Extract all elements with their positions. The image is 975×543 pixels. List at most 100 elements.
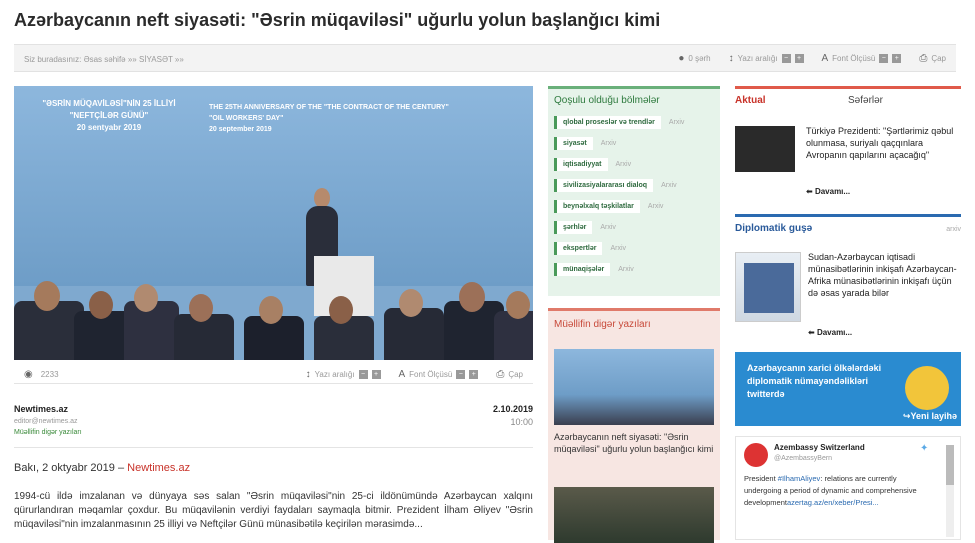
article-toolbar: Siz buradasınız: Əsas səhifə »» SİYASƏT … (14, 44, 956, 72)
section-tag[interactable]: iqtisadiyyat (554, 157, 608, 171)
archive-link[interactable]: Arxiv (616, 161, 632, 168)
archive-link[interactable]: Arxiv (610, 245, 626, 252)
diplomatic-heading[interactable]: Diplomatik guşə (735, 223, 812, 234)
line-spacing-label: Yazı aralığı (314, 370, 355, 379)
font-size-label: Font Ölçüsü (832, 54, 876, 63)
author-info: Newtimes.az editor@newtimes.az Müəllifin… (14, 398, 533, 448)
section-tag[interactable]: qlobal proseslər və trendlər (554, 115, 661, 129)
comments-link[interactable]: ● 0 şərh (678, 53, 710, 64)
new-project-link[interactable]: ↪Yeni layihə (903, 411, 957, 422)
image-meta-bar: ◉ 2233 ↕ Yazı aralığı − + A Font Ölçüsü − + ⎙ Ça… (14, 366, 533, 384)
increase-button[interactable]: + (371, 370, 381, 379)
article-body: 1994-cü ildə imzalanan və dünyaya səs sa… (14, 491, 533, 530)
section-tag[interactable]: şərhlər (554, 220, 593, 234)
sections-box: Qoşulu olduğu bölmələr qlobal proseslər … (548, 86, 720, 296)
network-icon (905, 366, 949, 410)
tweet-text-part: President (744, 474, 778, 483)
section-tag[interactable]: beynəlxalq təşkilatlar (554, 199, 640, 213)
print-button[interactable]: ⎙ Çap (919, 53, 946, 64)
tweet-author-handle[interactable]: @AzembassyBern (774, 455, 832, 462)
feed-scrollbar[interactable] (946, 445, 954, 537)
news-headline[interactable]: Türkiyə Prezidenti: "Şərtlərimiz qəbul o… (806, 125, 962, 161)
section-row: iqtisadiyyat Arxiv (554, 156, 720, 172)
diplomatic-thumbnail[interactable] (735, 252, 801, 322)
audience-head (399, 289, 423, 317)
author-email[interactable]: editor@newtimes.az (14, 418, 78, 425)
views-count: 2233 (40, 370, 59, 379)
tab-actual[interactable]: Aktual (735, 95, 766, 106)
audience-head (189, 294, 213, 322)
font-increase-button[interactable]: + (892, 54, 902, 63)
print-label: Çap (508, 370, 523, 379)
twitter-bird-icon: ✦ (920, 443, 929, 454)
stage-backdrop: "ƏSRİN MÜQAVİLƏSİ"NİN 25 İLLİYİ "NEFTÇİL… (14, 86, 533, 286)
comments-count: 0 şərh (688, 54, 711, 63)
archive-link[interactable]: Arxiv (600, 224, 616, 231)
read-more-link[interactable]: ⬅ Davamı... (808, 328, 852, 337)
read-more-label: Davamı... (816, 328, 853, 337)
read-more-label: Davamı... (814, 187, 851, 196)
section-tag[interactable]: siyasət (554, 136, 593, 150)
diplomatic-headline[interactable]: Sudan-Azərbaycan iqtisadi münasibətlərin… (808, 251, 962, 299)
sections-heading: Qoşulu olduğu bölmələr (554, 95, 660, 106)
line-spacing-icon: ↕ (305, 369, 311, 380)
font-decrease-button[interactable]: − (879, 54, 889, 63)
section-row: şərhlər Arxiv (554, 219, 720, 235)
archive-link[interactable]: Arxiv (601, 140, 617, 147)
decrease-button[interactable]: − (358, 370, 368, 379)
audience-head (259, 296, 283, 324)
section-tag[interactable]: münaqişələr (554, 262, 611, 276)
print-label: Çap (931, 54, 946, 63)
read-more-link[interactable]: ⬅ Davamı... (806, 187, 850, 196)
article-lead: Bakı, 2 oktyabr 2019 – Newtimes.az (14, 462, 190, 474)
font-size-control[interactable]: A Font Ölçüsü − + (822, 53, 902, 64)
font-increase-button[interactable]: + (469, 370, 479, 379)
section-tag[interactable]: sivilizasiyalararası dialoq (554, 178, 654, 192)
archive-link[interactable]: Arxiv (648, 203, 664, 210)
lead-source-link[interactable]: Newtimes.az (127, 462, 190, 474)
author-name[interactable]: Newtimes.az (14, 404, 68, 414)
tweet-author-name[interactable]: Azembassy Switzerland (774, 443, 865, 452)
article-hero-image: "ƏSRİN MÜQAVİLƏSİ"NİN 25 İLLİYİ "NEFTÇİL… (14, 86, 533, 360)
twitter-banner-text: Azərbaycanın xarici ölkələrdəki diplomat… (747, 363, 882, 399)
views-counter: ◉ 2233 (24, 369, 59, 380)
section-row: ekspertlər Arxiv (554, 240, 720, 256)
archive-link[interactable]: Arxiv (669, 119, 685, 126)
line-spacing-label: Yazı aralığı (737, 54, 778, 63)
decrease-button[interactable]: − (781, 54, 791, 63)
line-spacing-control[interactable]: ↕ Yazı aralığı − + (729, 53, 804, 64)
stage-text-en: THE 25TH ANNIVERSARY OF THE "THE CONTRAC… (209, 104, 449, 133)
other-article-thumbnail[interactable] (554, 349, 714, 425)
eye-icon: ◉ (24, 369, 33, 380)
section-tag[interactable]: ekspertlər (554, 241, 603, 255)
tweet-hashtag[interactable]: #IlhamAliyev (778, 474, 821, 483)
section-row: münaqişələr Arxiv (554, 261, 720, 277)
stage-text-az: "ƏSRİN MÜQAVİLƏSİ"NİN 25 İLLİYİ "NEFTÇİL… (42, 99, 176, 132)
line-spacing-icon: ↕ (728, 53, 734, 64)
other-articles-heading: Müəllifin digər yazıları (554, 319, 651, 330)
font-size-control[interactable]: A Font Ölçüsü − + (399, 369, 479, 380)
twitter-project-banner[interactable]: Azərbaycanın xarici ölkələrdəki diplomat… (735, 352, 961, 426)
archive-link[interactable]: Arxiv (661, 182, 677, 189)
section-row: beynəlxalq təşkilatlar Arxiv (554, 198, 720, 214)
increase-button[interactable]: + (794, 54, 804, 63)
news-thumbnail[interactable] (735, 126, 795, 172)
audience-head (459, 282, 485, 312)
avatar[interactable] (744, 443, 768, 467)
archive-link[interactable]: Arxiv (618, 266, 634, 273)
author-other-articles-link[interactable]: Müəllifin digər yazıları (14, 429, 82, 436)
comment-icon: ● (678, 53, 685, 64)
tab-trips[interactable]: Səfərlər (848, 95, 883, 106)
breadcrumb[interactable]: Siz buradasınız: Əsas səhifə »» SİYASƏT … (24, 55, 184, 64)
font-decrease-button[interactable]: − (456, 370, 466, 379)
tweet-link[interactable]: azertag.az/en/xeber/Presi... (787, 498, 879, 507)
other-article-thumbnail[interactable] (554, 487, 714, 543)
audience-head (134, 284, 158, 312)
diplomatic-corner-header: Diplomatik guşə arxiv (735, 214, 961, 238)
scrollbar-thumb[interactable] (946, 445, 954, 485)
twitter-feed[interactable]: Azembassy Switzerland @AzembassyBern ✦ P… (735, 436, 961, 540)
other-article-title[interactable]: Azərbaycanın neft siyasəti: "Əsrin müqav… (554, 431, 716, 455)
print-button[interactable]: ⎙ Çap (496, 369, 523, 380)
line-spacing-control[interactable]: ↕ Yazı aralığı − + (306, 369, 381, 380)
diplomatic-archive-link[interactable]: arxiv (946, 226, 961, 233)
